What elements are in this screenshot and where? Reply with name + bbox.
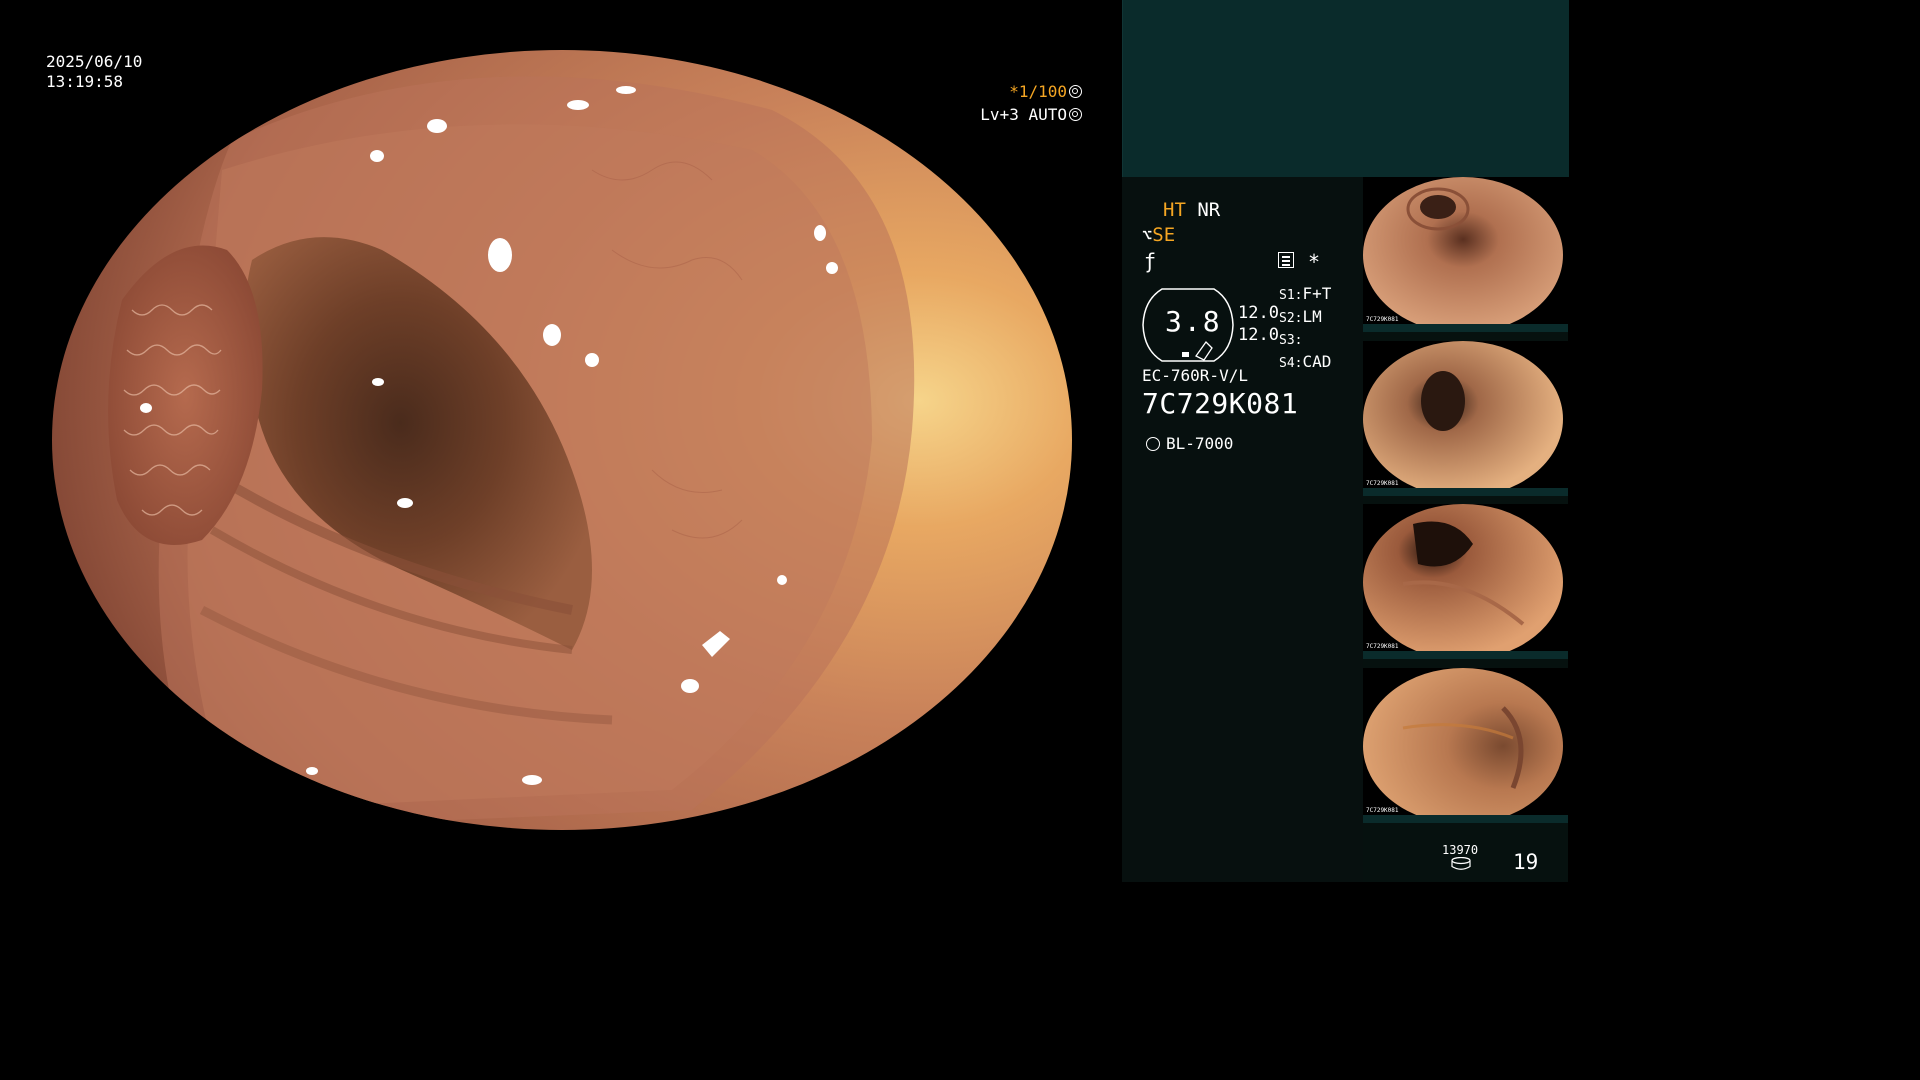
switch-slots: S1:F+T S2:LM S3: S4:CAD <box>1279 284 1331 374</box>
ht-nr-row: HT NR <box>1163 199 1220 221</box>
endoscopy-screen: 2025/06/10 13:19:58 *1/100 Lv+3 AUTO HT … <box>0 0 1569 882</box>
thumbnail-4[interactable]: 7C729K081 <box>1363 668 1568 823</box>
menu-list-icon <box>1278 252 1294 268</box>
light-source-row: BL-7000 <box>1142 434 1233 453</box>
date-label: 2025/06/10 <box>46 52 143 71</box>
thumbnail-caption: 7C729K081 <box>1366 643 1399 650</box>
exposure-info: *1/100 Lv+3 AUTO <box>980 80 1082 126</box>
slot-label: S2: <box>1279 310 1303 326</box>
thumbnail-caption: 7C729K081 <box>1366 480 1399 487</box>
thumbnail-bar <box>1363 324 1568 332</box>
storage-disk-icon <box>1451 857 1471 870</box>
scope-serial: 7C729K081 <box>1142 387 1299 420</box>
slot-value: LM <box>1302 306 1322 326</box>
slot-s4: S4:CAD <box>1279 352 1331 375</box>
thumbnail-1[interactable]: 7C729K081 <box>1363 177 1568 332</box>
slot-s2: S2:LM <box>1279 307 1331 330</box>
scope-model: EC-760R-V/L <box>1142 366 1248 385</box>
timestamp: 2025/06/10 13:19:58 <box>46 52 142 92</box>
level-label: Lv+3 <box>980 105 1019 124</box>
slot-s1: S1:F+T <box>1279 284 1331 307</box>
thumbnail-caption: 7C729K081 <box>1366 807 1399 814</box>
thumbnail-strip: 7C729K081 7C729K081 7C729K081 7C729K081 <box>1363 177 1568 832</box>
auto-iris-icon <box>1069 108 1082 121</box>
slot-s3: S3: <box>1279 329 1331 352</box>
value-1: 12.0 <box>1238 303 1279 323</box>
thumbnail-bar <box>1363 815 1568 823</box>
slot-label: S4: <box>1279 355 1303 371</box>
thumbnail-image <box>1363 668 1563 823</box>
slot-label: S3: <box>1279 333 1303 348</box>
endoscopic-image <box>52 50 1072 830</box>
shutter-icon <box>1069 85 1082 98</box>
thumbnail-bar <box>1363 488 1568 496</box>
auto-label: AUTO <box>1028 105 1067 124</box>
panel-header-area <box>1122 0 1569 177</box>
time-label: 13:19:58 <box>46 72 124 91</box>
shutter-speed: *1/100 <box>1009 82 1067 101</box>
asterisk-indicator: * <box>1308 250 1321 274</box>
color-mode-icon: ƒ <box>1144 249 1157 273</box>
zoom-value: 3.8 <box>1165 305 1222 338</box>
nr-label: NR <box>1197 199 1221 221</box>
thumbnail-2[interactable]: 7C729K081 <box>1363 341 1568 496</box>
thumbnail-image <box>1363 504 1563 659</box>
thumbnail-bar <box>1363 651 1568 659</box>
value-2: 12.0 <box>1238 325 1279 345</box>
slot-label: S1: <box>1279 288 1303 303</box>
main-endoscopic-view: 2025/06/10 13:19:58 *1/100 Lv+3 AUTO <box>0 0 1122 882</box>
distance-values: 12.0 12.0 <box>1238 302 1279 346</box>
image-count: 19 <box>1513 850 1539 874</box>
light-source-icon <box>1146 437 1160 451</box>
thumbnail-image <box>1363 177 1563 332</box>
slot-value: F+T <box>1302 284 1332 303</box>
se-row: ⌥SE <box>1142 224 1175 246</box>
ht-label: HT <box>1163 199 1186 221</box>
structure-enhance-icon: ⌥ <box>1142 226 1153 246</box>
slot-value: CAD <box>1302 351 1332 371</box>
thumbnail-caption: 7C729K081 <box>1366 316 1399 323</box>
thumbnail-3[interactable]: 7C729K081 <box>1363 504 1568 659</box>
light-source-label: BL-7000 <box>1166 434 1234 453</box>
thumbnail-image <box>1363 341 1563 496</box>
storage-count: 13970 <box>1442 843 1479 857</box>
panel-status-area <box>1122 177 1363 882</box>
se-label: SE <box>1152 224 1176 246</box>
